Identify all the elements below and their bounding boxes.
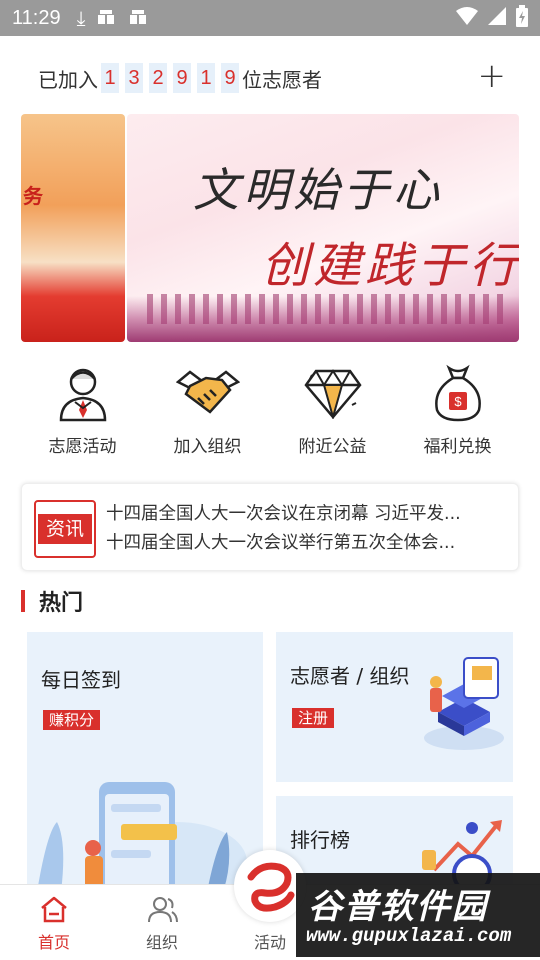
quick-welfare-exchange[interactable]: $ 福利兑换 [395, 362, 520, 457]
banner-carousel[interactable]: 务 文明始于心 创建践于行 [21, 114, 519, 342]
counter-digit: 3 [125, 63, 143, 93]
news-ticker[interactable]: 资讯 十四届全国人大一次会议在京闭幕 习近平发... 十四届全国人大一次会议举行… [21, 483, 519, 571]
quick-join-organization[interactable]: 加入组织 [145, 362, 270, 457]
watermark-url: www.gupuxlazai.com [306, 925, 512, 947]
diamond-icon [301, 362, 365, 424]
counter-digit: 1 [101, 63, 119, 93]
section-accent-bar [21, 590, 25, 612]
tab-label: 活动 [253, 933, 286, 952]
volunteer-person-icon [51, 362, 115, 424]
phone-illustration-icon [37, 782, 247, 892]
quick-label: 附近公益 [298, 437, 367, 457]
home-icon [41, 896, 67, 923]
counter-suffix: 位志愿者 [242, 67, 322, 92]
people-icon [148, 897, 178, 923]
signal-icon [488, 6, 506, 30]
money-bag-icon: $ [426, 362, 490, 424]
banner-line2: 创建践于行 [261, 238, 519, 294]
status-bar: 11:29 ⤓ [0, 0, 540, 36]
news-badge: 资讯 [34, 500, 96, 558]
card-volunteer-organization[interactable]: 志愿者 / 组织 注册 [276, 632, 513, 782]
counter-digit: 1 [197, 63, 215, 93]
tab-organization[interactable]: 组织 [132, 895, 192, 953]
counter-prefix: 已加入 [38, 67, 98, 92]
quick-label: 志愿活动 [48, 437, 117, 457]
banner-prev-text: 务 [23, 184, 43, 208]
banner-slide-previous[interactable]: 务 [21, 114, 125, 342]
handshake-icon [175, 362, 240, 424]
news-item[interactable]: 十四届全国人大一次会议在京闭幕 习近平发... [106, 500, 506, 529]
server-illustration-icon [424, 657, 504, 750]
quick-label: 加入组织 [173, 437, 242, 457]
tab-label: 组织 [145, 933, 178, 952]
quick-label: 福利兑换 [423, 437, 492, 457]
card-daily-checkin[interactable]: 每日签到 赚积分 [27, 632, 263, 892]
status-time: 11:29 [12, 6, 61, 29]
watermark-overlay: 谷普软件园 www.gupuxlazai.com [296, 873, 540, 957]
section-header-hot: 热门 [21, 586, 83, 616]
news-badge-label: 资讯 [38, 514, 92, 544]
quick-volunteer-activity[interactable]: 志愿活动 [20, 362, 145, 457]
wifi-icon [456, 6, 478, 30]
battery-icon [516, 4, 528, 32]
watermark-title: 谷普软件园 [308, 887, 488, 927]
banner-slide-current[interactable]: 文明始于心 创建践于行 [127, 114, 519, 342]
volunteer-logo-icon [247, 862, 295, 912]
tab-label: 首页 [37, 933, 70, 952]
bug-icon [95, 5, 117, 32]
card-tag: 注册 [292, 708, 335, 728]
card-title: 每日签到 [41, 668, 121, 692]
volunteer-counter: 已加入 1 3 2 9 1 9 位志愿者 [38, 60, 508, 96]
news-item[interactable]: 十四届全国人大一次会议举行第五次全体会... [106, 529, 506, 558]
quick-actions: 志愿活动 加入组织 附近公益 $ 福利兑换 [20, 362, 520, 457]
counter-digit: 9 [221, 63, 239, 93]
counter-digit: 9 [173, 63, 191, 93]
card-title: 排行榜 [290, 828, 350, 852]
download-icon: ⤓ [76, 6, 86, 30]
tab-home[interactable]: 首页 [24, 895, 84, 953]
card-title: 志愿者 / 组织 [290, 664, 410, 688]
svg-text:$: $ [454, 394, 462, 409]
bug-icon [127, 5, 149, 32]
section-title: 热门 [39, 591, 84, 616]
counter-digit: 2 [149, 63, 167, 93]
banner-skyline-fade [127, 296, 519, 342]
banner-line1: 文明始于心 [193, 163, 443, 217]
quick-nearby-charity[interactable]: 附近公益 [270, 362, 395, 457]
add-icon[interactable]: + [478, 56, 507, 96]
card-tag: 赚积分 [43, 710, 101, 730]
